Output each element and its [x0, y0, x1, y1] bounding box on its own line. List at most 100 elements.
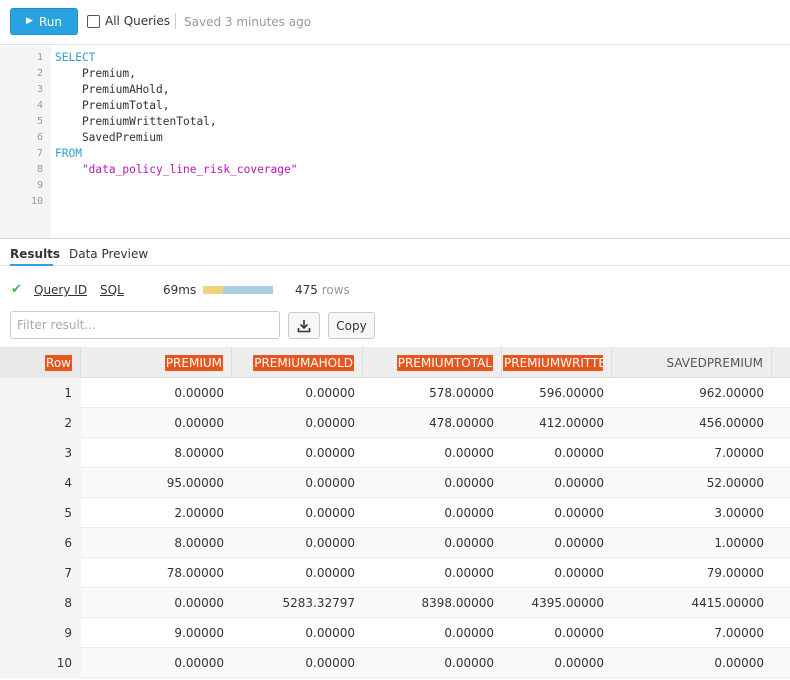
column-header-premiumahold[interactable]: PREMIUMAHOLD	[232, 347, 363, 378]
run-label: Run	[38, 14, 62, 29]
results-table: Row PREMIUM PREMIUMAHOLD PREMIUMTOTAL PREMIU…	[0, 347, 790, 680]
table-cell: 79.00000	[706, 566, 764, 580]
filter-result-input[interactable]	[10, 311, 280, 339]
table-header: Row PREMIUM PREMIUMAHOLD PREMIUMTOTAL PREMIU…	[0, 347, 790, 378]
copy-button[interactable]: Copy	[328, 312, 375, 339]
check-icon: ✔	[11, 282, 22, 297]
table-cell: 2.00000	[174, 506, 224, 520]
table-cell: 0.00000	[444, 656, 494, 670]
table-cell: 578.00000	[429, 386, 494, 400]
code-line: SELECT	[55, 51, 95, 64]
row-number: 10	[0, 648, 81, 678]
row-number: 6	[0, 528, 81, 558]
column-header-savedpremium[interactable]: SAVEDPREMIUM	[612, 347, 772, 378]
code-line: "data_policy_line_risk_coverage"	[55, 163, 298, 176]
sql-text: PremiumAHold,	[55, 83, 170, 96]
download-button[interactable]	[288, 312, 320, 339]
row-number: 3	[0, 438, 81, 468]
table-cell: 52.00000	[706, 476, 764, 490]
sql-link[interactable]: SQL	[100, 283, 124, 297]
row-number: 2	[0, 408, 81, 438]
row-number: 4	[0, 468, 81, 498]
table-row[interactable]: 8 0.00000 5283.32797 8398.00000 4395.00000 44…	[0, 588, 790, 618]
line-number: 5	[36, 116, 43, 127]
table-cell: 8398.00000	[421, 596, 494, 610]
table-cell: 0.00000	[174, 656, 224, 670]
table-cell: 0.00000	[305, 446, 355, 460]
tab-results[interactable]: Results	[10, 247, 60, 261]
run-button[interactable]: ▶ Run	[10, 8, 78, 35]
table-cell: 0.00000	[305, 566, 355, 580]
checkbox-box[interactable]	[87, 14, 100, 28]
all-queries-label: All Queries	[105, 14, 171, 28]
table-cell: 1.00000	[714, 536, 764, 550]
column-header-label: PREMIUMTOTAL	[396, 354, 493, 371]
toolbar: ▶ Run All Queries Saved 3 minutes ago	[0, 0, 790, 45]
row-number: 5	[0, 498, 81, 528]
table-cell: 95.00000	[166, 476, 224, 490]
sql-keyword: SELECT	[55, 51, 96, 64]
table-cell: 7.00000	[714, 626, 764, 640]
table-cell: 0.00000	[554, 476, 604, 490]
column-header-premiumtotal[interactable]: PREMIUMTOTAL	[363, 347, 502, 378]
toolbar-divider	[175, 13, 176, 29]
table-cell: 0.00000	[444, 566, 494, 580]
table-cell: 9.00000	[174, 626, 224, 640]
table-cell: 478.00000	[429, 416, 494, 430]
timing-bar	[203, 286, 273, 294]
table-row[interactable]: 7 78.00000 0.00000 0.00000 0.00000 79.00000	[0, 558, 790, 588]
active-tab-indicator	[10, 264, 53, 266]
sql-text: SavedPremium	[55, 131, 163, 144]
table-row[interactable]: 6 8.00000 0.00000 0.00000 0.00000 1.00000	[0, 528, 790, 558]
table-row[interactable]: 2 0.00000 0.00000 478.00000 412.00000 456.000…	[0, 408, 790, 438]
table-row[interactable]: 4 95.00000 0.00000 0.00000 0.00000 52.00000	[0, 468, 790, 498]
table-cell: 0.00000	[444, 626, 494, 640]
table-cell: 0.00000	[444, 536, 494, 550]
table-cell: 0.00000	[554, 626, 604, 640]
table-cell: 0.00000	[305, 506, 355, 520]
row-count-unit: rows	[321, 283, 350, 297]
code-line: SavedPremium	[55, 131, 163, 144]
table-cell: 0.00000	[305, 536, 355, 550]
query-id-link[interactable]: Query ID	[34, 283, 87, 297]
row-count: 475 rows	[295, 283, 350, 297]
sql-keyword: FROM	[55, 147, 82, 160]
table-cell: 0.00000	[714, 656, 764, 670]
sql-editor[interactable]: 1 2 3 4 5 6 7 8 9 10 SELECT Premium, PremiumAHold…	[0, 46, 790, 239]
line-number: 6	[36, 132, 43, 143]
table-row[interactable]: 3 8.00000 0.00000 0.00000 0.00000 7.00000	[0, 438, 790, 468]
table-row[interactable]: 1 0.00000 0.00000 578.00000 596.00000 962.000…	[0, 378, 790, 408]
column-header-premium[interactable]: PREMIUM	[81, 347, 232, 378]
execution-time: 69ms	[163, 283, 197, 297]
all-queries-checkbox[interactable]: All Queries	[87, 14, 170, 28]
saved-status: Saved 3 minutes ago	[184, 15, 312, 29]
table-row[interactable]: 9 9.00000 0.00000 0.00000 0.00000 7.00000	[0, 618, 790, 648]
table-cell: 0.00000	[305, 476, 355, 490]
table-row[interactable]: 10 0.00000 0.00000 0.00000 0.00000 0.00000	[0, 648, 790, 678]
download-icon	[297, 319, 311, 332]
table-cell: 0.00000	[554, 566, 604, 580]
table-cell: 0.00000	[554, 506, 604, 520]
line-number-gutter: 1 2 3 4 5 6 7 8 9 10	[0, 46, 51, 238]
table-cell: 0.00000	[554, 446, 604, 460]
table-row[interactable]: 5 2.00000 0.00000 0.00000 0.00000 3.00000	[0, 498, 790, 528]
column-header-label: PREMIUMWRITTE	[503, 354, 603, 371]
code-line: FROM	[55, 147, 82, 160]
code-line: PremiumTotal,	[55, 99, 170, 112]
line-number: 1	[36, 52, 43, 63]
table-cell: 0.00000	[174, 596, 224, 610]
sql-string: "data_policy_line_risk_coverage"	[55, 163, 298, 176]
table-cell: 0.00000	[554, 656, 604, 670]
table-cell: 962.00000	[699, 386, 764, 400]
table-cell: 3.00000	[714, 506, 764, 520]
table-cell: 0.00000	[444, 446, 494, 460]
line-number: 4	[36, 100, 43, 111]
tab-data-preview[interactable]: Data Preview	[69, 247, 148, 261]
column-header-row[interactable]: Row	[0, 347, 81, 378]
column-header-premiumwritte[interactable]: PREMIUMWRITTE	[502, 347, 612, 378]
column-header-label: PREMIUM	[164, 354, 223, 371]
line-number: 3	[36, 84, 43, 95]
table-cell: 7.00000	[714, 446, 764, 460]
table-cell: 5283.32797	[282, 596, 355, 610]
line-number: 10	[30, 196, 43, 207]
